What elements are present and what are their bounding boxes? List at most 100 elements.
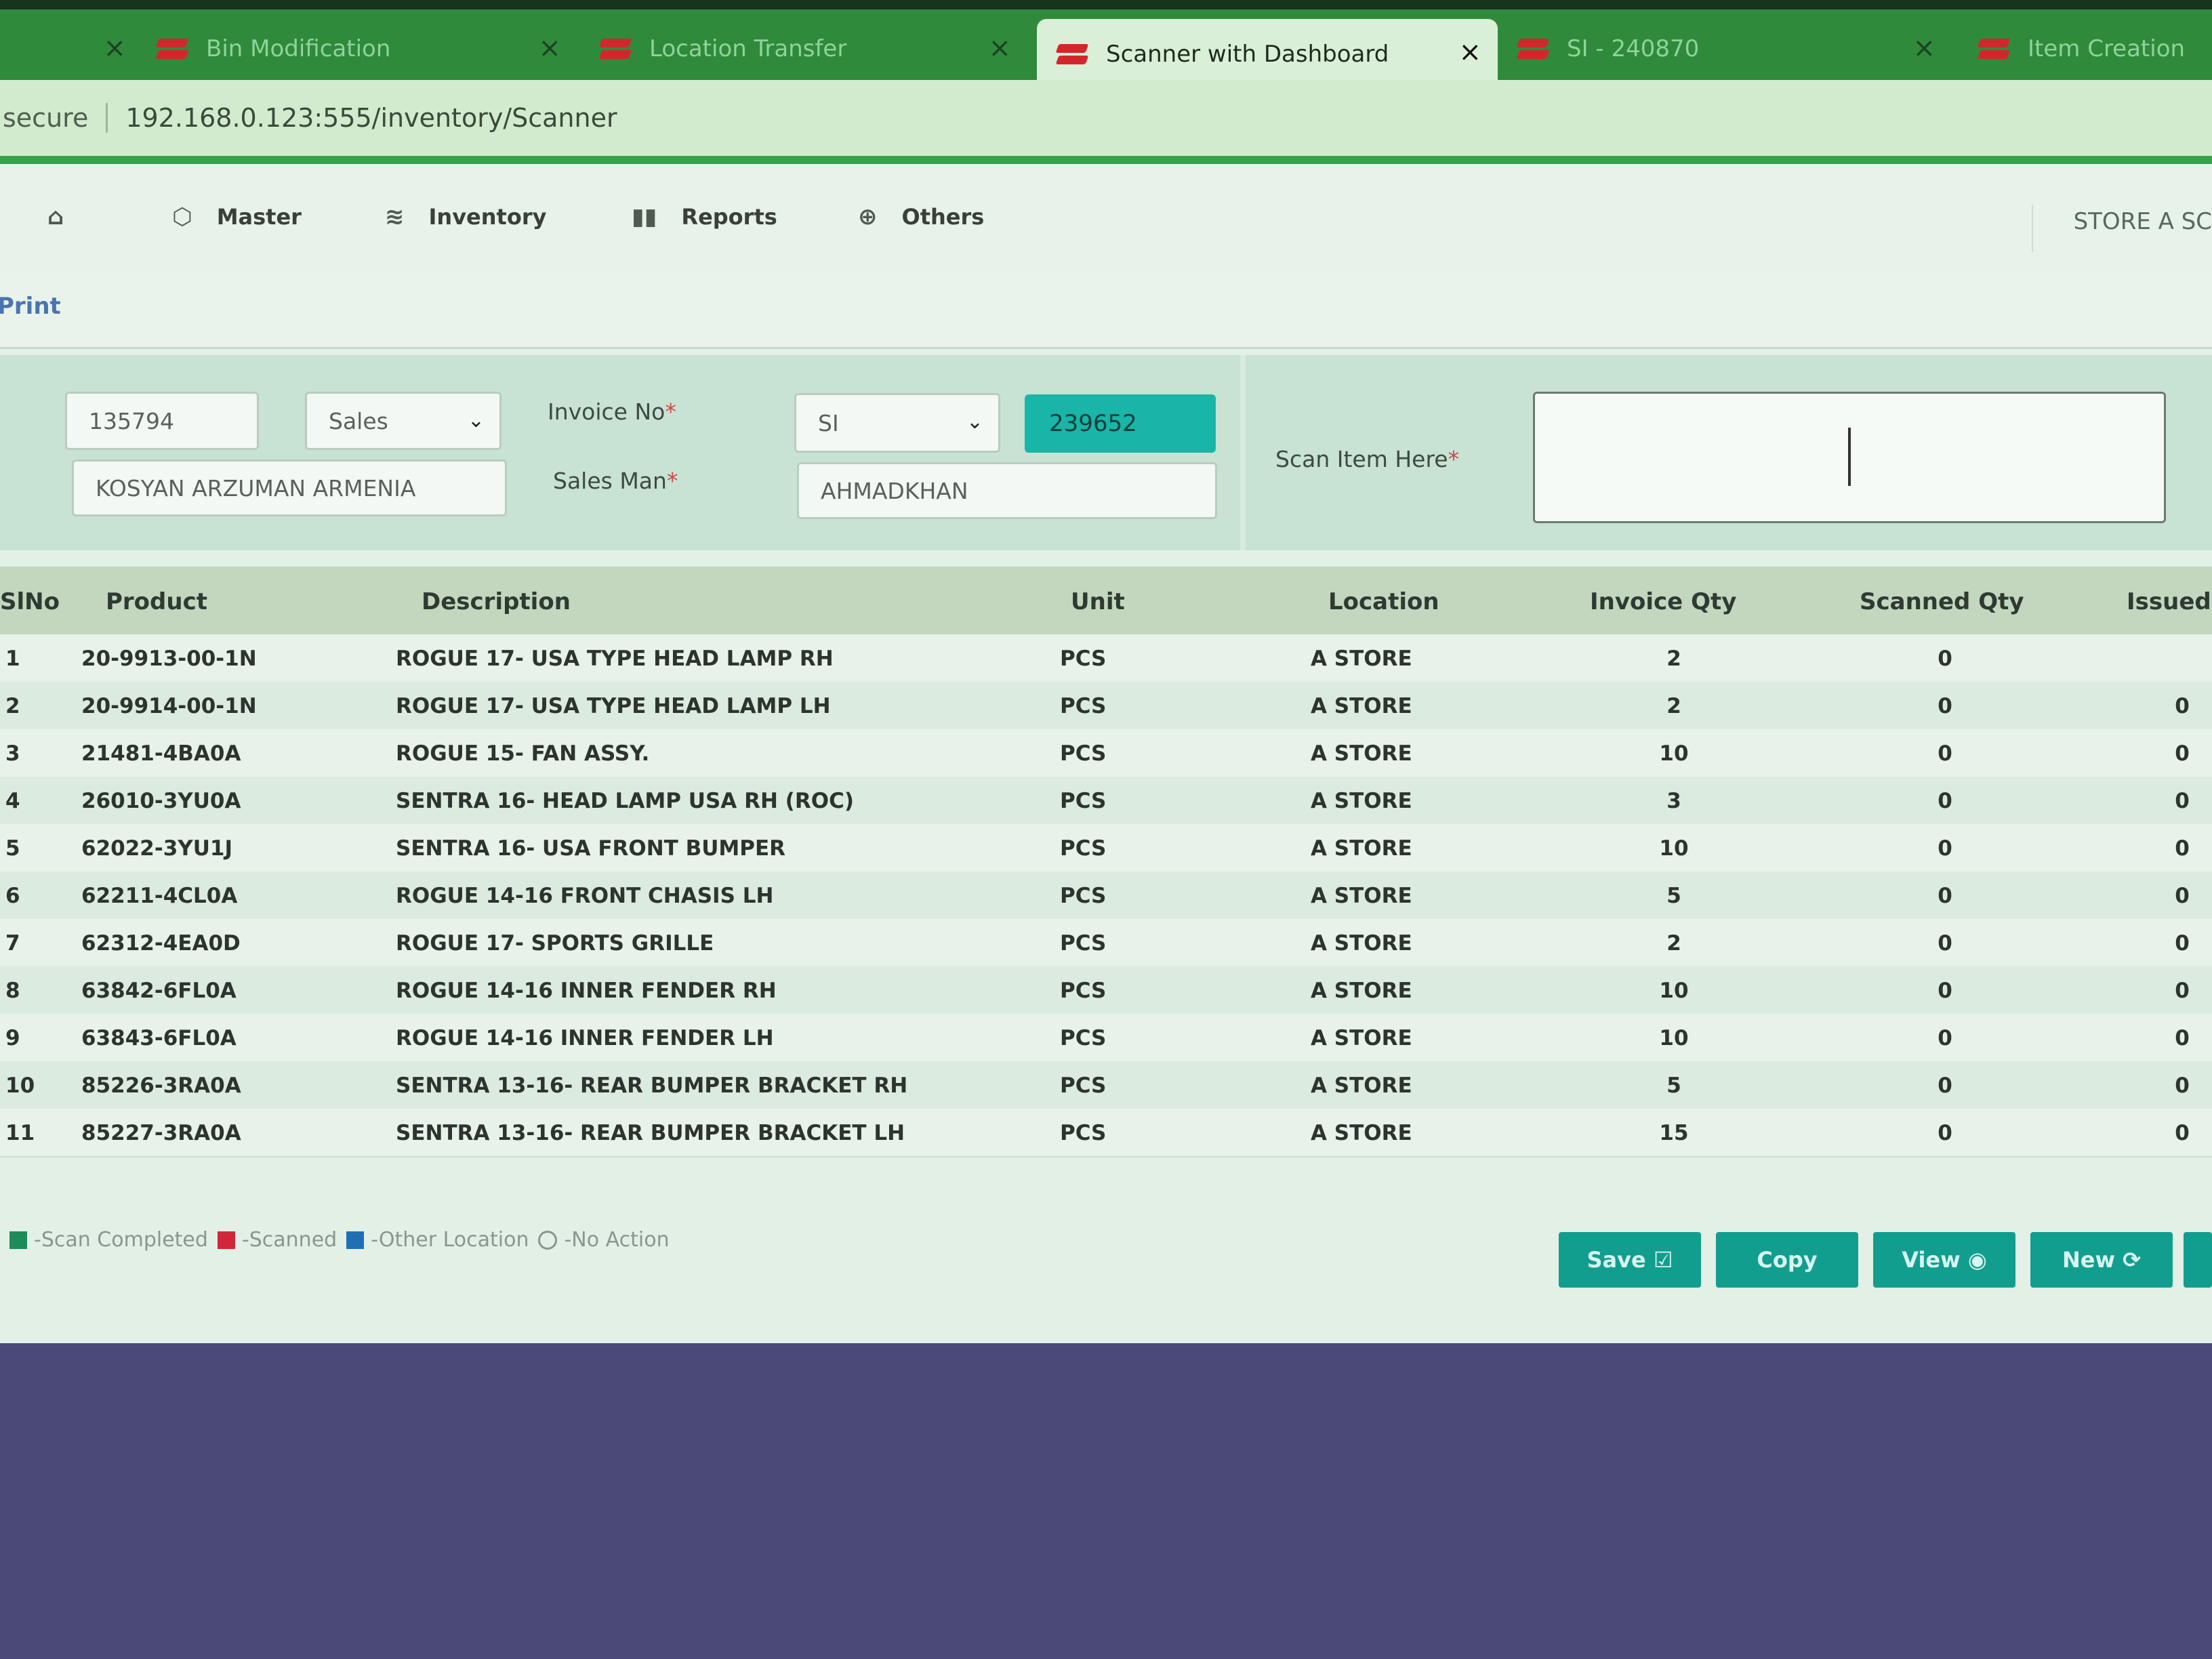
column-header-issued[interactable]: Issued — [2127, 588, 2211, 615]
legend-swatch — [346, 1231, 365, 1249]
cell-slno: 2 — [5, 694, 20, 718]
cell-scanned-qty: 0 — [1938, 1026, 1952, 1050]
cell-invoice-qty: 10 — [1659, 979, 1689, 1003]
table-row[interactable]: 7 62312-4EA0D ROGUE 17- SPORTS GRILLE PCS A … — [0, 919, 2212, 968]
cell-slno: 8 — [5, 979, 20, 1003]
table-row[interactable]: 9 63843-6FL0A ROGUE 14-16 INNER FENDER LH P… — [0, 1014, 2212, 1063]
close-icon[interactable]: × — [103, 33, 126, 64]
cell-description: ROGUE 17- USA TYPE HEAD LAMP LH — [396, 694, 831, 718]
column-header-scanned-qty[interactable]: Scanned Qty — [1860, 588, 2024, 615]
table-row[interactable]: 6 62211-4CL0A ROGUE 14-16 FRONT CHASIS LH P… — [0, 872, 2212, 920]
browser-tab-scanner-dashboard[interactable]: Scanner with Dashboard × — [1037, 19, 1498, 89]
browser-tab-location-transfer[interactable]: Location Transfer × — [600, 15, 1027, 83]
cell-description: ROGUE 17- SPORTS GRILLE — [396, 931, 714, 956]
cell-slno: 3 — [5, 741, 20, 766]
table-row[interactable]: 2 20-9914-00-1N ROGUE 17- USA TYPE HEAD LA… — [0, 682, 2212, 731]
browser-tab[interactable]: × — [0, 15, 142, 83]
legend-label: -Other Location — [371, 1228, 529, 1252]
invoice-number-value: 239652 — [1049, 410, 1137, 437]
save-button[interactable]: Save ☑ — [1559, 1232, 1701, 1288]
table-row[interactable]: 11 85227-3RA0A SENTRA 13-16- REAR BUMPER B… — [0, 1109, 2212, 1158]
app-logo-icon — [1518, 37, 1548, 61]
cell-scanned-qty: 0 — [1938, 694, 1952, 718]
legend-swatch — [217, 1231, 235, 1249]
table-row[interactable]: 1 20-9913-00-1N ROGUE 17- USA TYPE HEAD LA… — [0, 634, 2212, 683]
select-value: SI — [818, 409, 839, 436]
cell-unit: PCS — [1060, 1073, 1107, 1098]
column-header-description[interactable]: Description — [422, 588, 571, 615]
close-icon[interactable]: × — [1458, 37, 1481, 68]
cell-scanned-qty: 0 — [1938, 884, 1952, 908]
column-header-location[interactable]: Location — [1328, 588, 1439, 615]
browser-tab-si[interactable]: SI - 240870 × — [1518, 15, 1952, 83]
cell-slno: 11 — [5, 1121, 35, 1145]
legend-label: -No Action — [564, 1228, 670, 1252]
invoice-number-field[interactable]: 239652 — [1025, 394, 1216, 453]
more-button[interactable] — [2184, 1232, 2212, 1288]
table-row[interactable]: 5 62022-3YU1J SENTRA 16- USA FRONT BUMPER P… — [0, 824, 2212, 873]
browser-tab-bin-modification[interactable]: Bin Modification × — [157, 15, 577, 83]
table-row[interactable]: 10 85226-3RA0A SENTRA 13-16- REAR BUMPER B… — [0, 1061, 2212, 1110]
cell-scanned-qty: 0 — [1938, 789, 1952, 813]
nav-label: Reports — [681, 204, 777, 230]
cell-invoice-qty: 2 — [1666, 931, 1681, 956]
cell-issued: 0 — [2175, 789, 2190, 813]
cell-issued: 0 — [2175, 884, 2190, 908]
cell-location: A STORE — [1311, 741, 1412, 766]
cell-location: A STORE — [1311, 647, 1412, 671]
table-header: SlNo Product Description Unit Location I… — [0, 567, 2212, 636]
nav-reports[interactable]: ▮▮ Reports — [632, 203, 777, 230]
table-body: 1 20-9913-00-1N ROGUE 17- USA TYPE HEAD LA… — [0, 634, 2212, 1158]
table-row[interactable]: 4 26010-3YU0A SENTRA 16- HEAD LAMP USA RH … — [0, 777, 2212, 825]
cell-slno: 5 — [5, 836, 20, 861]
scan-item-input[interactable] — [1533, 392, 2166, 523]
customer-code-field[interactable]: 135794 — [65, 392, 259, 450]
cell-scanned-qty: 0 — [1938, 836, 1952, 861]
cell-description: ROGUE 15- FAN ASSY. — [396, 741, 650, 766]
cell-description: SENTRA 16- USA FRONT BUMPER — [396, 836, 786, 861]
cell-slno: 10 — [5, 1073, 35, 1098]
close-icon[interactable]: × — [1912, 33, 1936, 64]
nav-master[interactable]: ⬡ Master — [172, 203, 302, 230]
cell-location: A STORE — [1311, 1121, 1412, 1145]
store-selector[interactable]: STORE A SC — [2031, 205, 2212, 252]
print-link[interactable]: Print — [0, 293, 61, 320]
column-header-invoice-qty[interactable]: Invoice Qty — [1590, 588, 1736, 615]
cell-invoice-qty: 10 — [1659, 741, 1689, 766]
browser-tab-item-creation[interactable]: Item Creation — [1979, 15, 2212, 83]
customer-name-value: KOSYAN ARZUMAN ARMENIA — [96, 474, 416, 501]
new-button[interactable]: New ⟳ — [2030, 1232, 2173, 1288]
view-button[interactable]: View ◉ — [1873, 1232, 2015, 1288]
cell-product: 62022-3YU1J — [81, 836, 233, 861]
invoice-prefix-select[interactable]: SI ⌄ — [794, 393, 1000, 453]
bar-chart-icon: ▮▮ — [632, 203, 657, 230]
nav-inventory[interactable]: ≋ Inventory — [385, 203, 546, 230]
copy-button[interactable]: Copy — [1716, 1232, 1858, 1288]
close-icon[interactable]: × — [538, 33, 561, 64]
salesman-field[interactable]: AHMADKHAN — [797, 462, 1217, 519]
table-row[interactable]: 8 63842-6FL0A ROGUE 14-16 INNER FENDER RH P… — [0, 966, 2212, 1015]
column-header-product[interactable]: Product — [106, 588, 207, 615]
cube-icon: ⬡ — [172, 203, 192, 230]
security-indicator[interactable]: secure — [3, 103, 88, 133]
transaction-type-select[interactable]: Sales ⌄ — [305, 392, 501, 450]
url-text[interactable]: 192.168.0.123:555/inventory/Scanner — [125, 103, 617, 133]
cell-product: 21481-4BA0A — [81, 741, 241, 766]
customer-name-field[interactable]: KOSYAN ARZUMAN ARMENIA — [72, 459, 507, 516]
action-subbar: Print — [0, 272, 2212, 349]
cell-product: 63842-6FL0A — [81, 979, 237, 1003]
column-header-unit[interactable]: Unit — [1071, 588, 1125, 615]
cell-unit: PCS — [1060, 741, 1107, 766]
select-value: Sales — [329, 407, 388, 434]
nav-home[interactable]: ⌂ — [47, 203, 88, 230]
cell-issued: 0 — [2175, 836, 2190, 861]
close-icon[interactable]: × — [988, 33, 1011, 64]
cell-invoice-qty: 5 — [1666, 1073, 1681, 1098]
cell-product: 85227-3RA0A — [81, 1121, 241, 1145]
nav-others[interactable]: ⊕ Others — [858, 203, 984, 230]
cell-location: A STORE — [1311, 884, 1412, 908]
column-header-slno[interactable]: SlNo — [0, 588, 60, 615]
table-row[interactable]: 3 21481-4BA0A ROGUE 15- FAN ASSY. PCS A STOR… — [0, 729, 2212, 778]
address-bar[interactable]: secure 192.168.0.123:555/inventory/Scann… — [0, 80, 2212, 164]
nav-label: Inventory — [428, 204, 547, 230]
